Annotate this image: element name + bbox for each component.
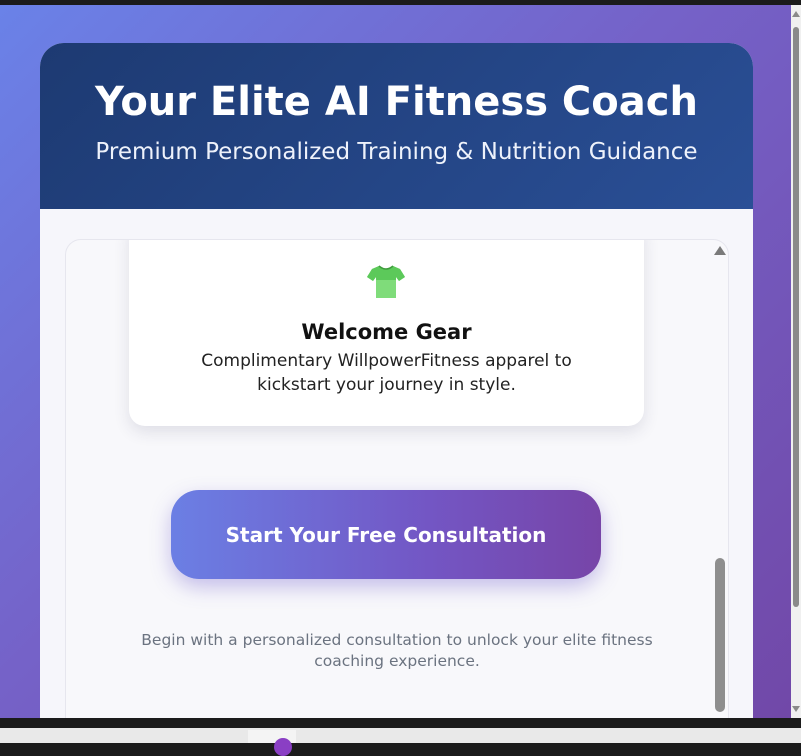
window-scrollbar-thumb[interactable] [793, 27, 799, 607]
feature-title: Welcome Gear [301, 320, 472, 344]
t-shirt-icon [367, 265, 405, 298]
page-viewport: Your Elite AI Fitness Coach Premium Pers… [0, 5, 791, 718]
consultation-note: Begin with a personalized consultation t… [141, 631, 653, 670]
window-scrollbar[interactable] [791, 5, 801, 718]
taskbar [0, 728, 801, 756]
app-dot-icon [274, 738, 292, 756]
feature-card-welcome-gear: Welcome Gear Complimentary WillpowerFitn… [129, 240, 644, 426]
page-subtitle: Premium Personalized Training & Nutritio… [95, 139, 698, 165]
page-title: Your Elite AI Fitness Coach [95, 79, 698, 125]
start-consultation-button[interactable]: Start Your Free Consultation [171, 490, 601, 579]
panel-scrollbar[interactable] [710, 240, 728, 718]
scroll-up-arrow-icon[interactable] [714, 246, 726, 255]
card-header: Your Elite AI Fitness Coach Premium Pers… [40, 43, 753, 209]
scrollbar-thumb[interactable] [715, 558, 725, 712]
window-scroll-up-icon[interactable] [792, 11, 800, 17]
feature-description: Complimentary WillpowerFitness apparel t… [201, 351, 572, 395]
taskbar-app-icon[interactable] [248, 730, 296, 756]
coach-card: Your Elite AI Fitness Coach Premium Pers… [40, 43, 753, 718]
window-scroll-down-icon[interactable] [792, 706, 800, 712]
content-panel[interactable]: Welcome Gear Complimentary WillpowerFitn… [65, 239, 729, 718]
